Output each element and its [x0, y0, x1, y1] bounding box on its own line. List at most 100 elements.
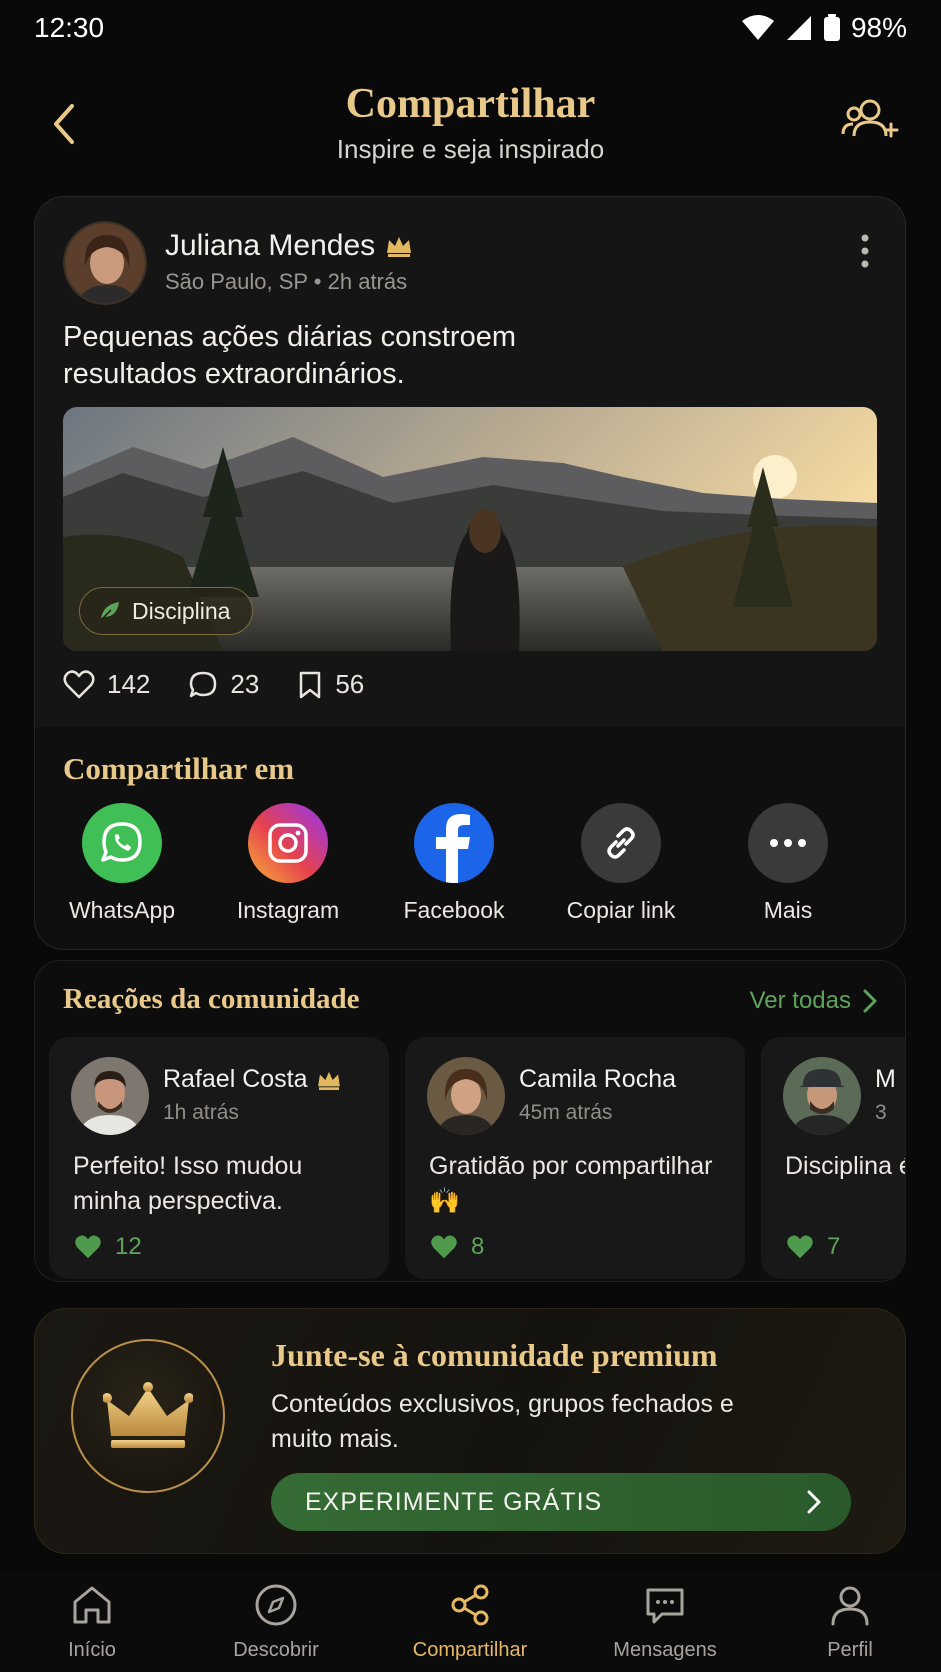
reaction-text: Gratidão por compartilhar 🙌	[429, 1152, 713, 1215]
chevron-right-icon	[807, 1490, 821, 1514]
page-subtitle: Inspire e seja inspirado	[336, 134, 605, 164]
wifi-icon	[741, 15, 774, 40]
share-label-more: Mais	[763, 897, 813, 923]
nav-item-perfil[interactable]: Perfil	[760, 1582, 940, 1662]
reaction-author-name[interactable]: Rafael Costa	[163, 1065, 308, 1094]
crown-icon	[317, 1071, 340, 1090]
share-icon	[451, 1584, 489, 1626]
message-icon	[646, 1588, 684, 1624]
heart-filled-icon	[431, 1235, 457, 1259]
premium-title: Junte-se à comunidade premium	[271, 1337, 718, 1373]
comment-icon	[190, 671, 217, 697]
status-bar: 12:30 98%	[0, 0, 941, 56]
share-label-whatsapp: WhatsApp	[68, 897, 176, 923]
reaction-time: 45m atrás	[519, 1101, 613, 1124]
nav-label: Perfil	[827, 1639, 873, 1661]
try-free-label: EXPERIMENTE GRÁTIS	[305, 1487, 603, 1516]
more-icon	[748, 803, 828, 883]
add-friends-icon[interactable]	[841, 96, 899, 144]
reaction-avatar[interactable]	[783, 1057, 861, 1135]
compass-icon	[255, 1584, 297, 1626]
reaction-avatar[interactable]	[427, 1057, 505, 1135]
category-tag[interactable]: Disciplina	[79, 587, 254, 635]
post-author-name[interactable]: Juliana Mendes	[165, 229, 375, 263]
profile-icon	[831, 1586, 869, 1626]
share-facebook-button[interactable]: Facebook	[379, 803, 529, 924]
bottom-nav: Início Descobrir Compartilhar Mensagens …	[0, 1572, 941, 1672]
comment-button[interactable]: 23	[188, 669, 259, 700]
category-tag-label: Disciplina	[132, 597, 231, 624]
share-label-facebook: Facebook	[403, 897, 505, 923]
leaf-icon	[100, 602, 119, 621]
share-whatsapp-button[interactable]: WhatsApp	[47, 803, 197, 924]
nav-label: Compartilhar	[412, 1639, 528, 1661]
post-card: Juliana Mendes São Paulo, SP • 2h atrás …	[34, 196, 906, 950]
nav-label: Mensagens	[613, 1639, 717, 1661]
post-meta: São Paulo, SP • 2h atrás	[165, 269, 408, 294]
reaction-time: 1h atrás	[163, 1101, 239, 1124]
link-icon	[581, 803, 661, 883]
premium-banner: Junte-se à comunidade premium Conteúdos …	[34, 1308, 906, 1554]
community-reactions: Reações da comunidade Ver todas Rafael C…	[34, 960, 906, 1282]
post-stats: 142 23 56	[63, 669, 364, 700]
reaction-like-button[interactable]: 8	[429, 1233, 484, 1261]
crown-icon	[103, 1382, 193, 1448]
try-free-button[interactable]: EXPERIMENTE GRÁTIS	[271, 1473, 851, 1531]
nav-item-compartilhar[interactable]: Compartilhar	[380, 1582, 560, 1662]
nav-label: Início	[68, 1639, 116, 1661]
bookmark-icon	[300, 671, 321, 698]
like-button[interactable]: 142	[63, 669, 150, 700]
reaction-card[interactable]: Camila Rocha 45m atrás Gratidão por comp…	[405, 1037, 745, 1279]
heart-filled-icon	[787, 1235, 813, 1259]
status-icons: 98%	[741, 12, 907, 44]
reaction-avatar[interactable]	[71, 1057, 149, 1135]
facebook-icon	[414, 803, 494, 883]
chevron-right-icon	[863, 989, 877, 1013]
battery-level: 98%	[850, 12, 907, 43]
share-label-instagram: Instagram	[236, 897, 340, 923]
share-instagram-button[interactable]: Instagram	[213, 803, 363, 924]
heart-icon	[63, 669, 95, 698]
reaction-card[interactable]: Rafael Costa 1h atrás Perfeito! Isso mud…	[49, 1037, 389, 1279]
reaction-text: Disciplina é a chave! p	[785, 1152, 905, 1180]
see-all-label: Ver todas	[749, 987, 851, 1014]
more-options-icon[interactable]	[859, 233, 871, 269]
nav-item-inicio[interactable]: Início	[2, 1582, 182, 1662]
premium-description: Conteúdos exclusivos, grupos fechados e …	[271, 1390, 734, 1453]
see-all-link[interactable]: Ver todas	[750, 987, 877, 1015]
premium-crown-badge	[71, 1339, 225, 1493]
nav-item-mensagens[interactable]: Mensagens	[575, 1582, 755, 1662]
share-label-copy-link: Copiar link	[566, 897, 676, 923]
nav-item-descobrir[interactable]: Descobrir	[186, 1582, 366, 1662]
reaction-like-count: 12	[115, 1233, 142, 1260]
reaction-time: 3	[875, 1101, 887, 1124]
page-title: Compartilhar	[345, 81, 596, 127]
reaction-card[interactable]: M 3 Disciplina é a chave! p 7	[761, 1037, 905, 1279]
reaction-author-row: Rafael Costa	[163, 1065, 342, 1094]
post-author-avatar[interactable]	[63, 221, 147, 305]
reactions-title: Reações da comunidade	[63, 983, 360, 1015]
home-icon	[73, 1586, 111, 1624]
reaction-author-name[interactable]: M	[875, 1065, 896, 1094]
reaction-author-name[interactable]: Camila Rocha	[519, 1065, 676, 1094]
reaction-author-row: M	[875, 1065, 896, 1094]
header: Compartilhar Inspire e seja inspirado	[0, 70, 941, 180]
reaction-like-button[interactable]: 7	[785, 1233, 840, 1261]
post-text: Pequenas ações diárias constroem resulta…	[63, 321, 516, 390]
share-more-button[interactable]: Mais	[713, 803, 863, 924]
save-button[interactable]: 56	[297, 669, 364, 700]
status-time: 12:30	[34, 12, 105, 43]
crown-icon	[387, 237, 412, 257]
share-copy-link-button[interactable]: Copiar link	[546, 803, 696, 924]
battery-icon	[823, 14, 840, 41]
reaction-like-count: 8	[471, 1233, 485, 1260]
reaction-like-count: 7	[827, 1233, 841, 1260]
instagram-icon	[248, 803, 328, 883]
save-count: 56	[335, 669, 365, 699]
comment-count: 23	[230, 669, 260, 699]
post-author-row: Juliana Mendes	[165, 229, 413, 263]
post-image[interactable]: Disciplina	[63, 407, 877, 651]
reaction-like-button[interactable]: 12	[73, 1233, 142, 1261]
whatsapp-icon	[82, 803, 162, 883]
signal-icon	[786, 16, 811, 40]
